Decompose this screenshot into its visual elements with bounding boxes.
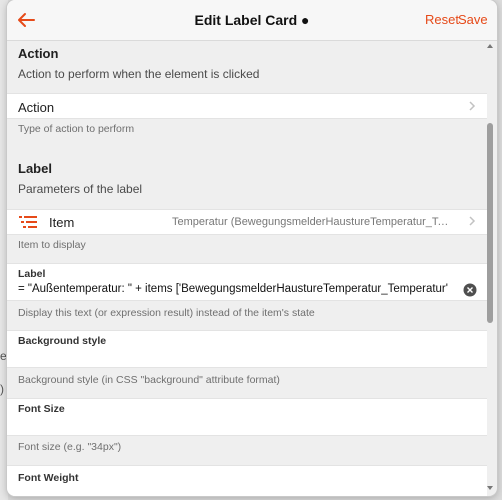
label-section-title: Label — [18, 161, 52, 176]
item-row-info: Item to display — [18, 239, 86, 251]
background-style-label: Background style — [18, 335, 107, 347]
item-row[interactable]: Item Temperatur (BewegungsmelderHausture… — [7, 209, 487, 235]
action-row-info: Type of action to perform — [18, 123, 135, 135]
item-row-value: Temperatur (BewegungsmelderHaustureTempe… — [172, 216, 454, 228]
navbar: Edit Label Card ● Reset Save — [7, 0, 497, 41]
chevron-right-icon — [469, 216, 476, 226]
action-section-title: Action — [18, 46, 59, 61]
action-row-label: Action — [18, 100, 55, 115]
font-size-input[interactable] — [18, 418, 448, 432]
scroll-down-icon[interactable] — [487, 486, 493, 490]
font-weight-field-row: Font Weight — [7, 465, 487, 496]
scroll-up-icon[interactable] — [487, 44, 493, 48]
chevron-right-icon — [469, 101, 476, 111]
settings-content: Action Action to perform when the elemen… — [7, 41, 487, 496]
background-text-fragment: e — [0, 349, 7, 363]
font-weight-label: Font Weight — [18, 472, 79, 484]
edit-label-card-dialog: Edit Label Card ● Reset Save Action Acti… — [7, 0, 497, 496]
scrollbar-thumb[interactable] — [487, 123, 493, 323]
list-icon — [19, 215, 39, 231]
clear-icon[interactable] — [463, 283, 477, 297]
save-button[interactable]: Save — [458, 12, 488, 27]
page-title: Edit Label Card ● — [194, 12, 310, 28]
font-size-field-row: Font Size — [7, 398, 487, 436]
background-text-fragment: ) — [0, 382, 4, 396]
item-row-label: Item — [49, 215, 75, 230]
label-section-description: Parameters of the label — [18, 182, 143, 196]
scrollbar[interactable] — [485, 40, 495, 496]
label-field-label: Label — [18, 268, 46, 280]
action-section-description: Action to perform when the element is cl… — [18, 67, 260, 81]
font-size-info: Font size (e.g. "34px") — [18, 441, 122, 453]
background-style-info: Background style (in CSS "background" at… — [18, 374, 280, 386]
font-size-label: Font Size — [18, 403, 65, 415]
reset-button[interactable]: Reset — [425, 12, 459, 27]
action-row[interactable]: Action — [7, 93, 487, 119]
background-style-input[interactable] — [18, 350, 448, 364]
background-style-field-row: Background style — [7, 330, 487, 368]
label-input[interactable]: = "Außentemperatur: " + items ['Bewegung… — [18, 283, 448, 295]
label-field-info: Display this text (or expression result)… — [18, 307, 315, 319]
arrow-left-icon[interactable] — [15, 9, 37, 31]
label-field-row: Label = "Außentemperatur: " + items ['Be… — [7, 263, 487, 301]
